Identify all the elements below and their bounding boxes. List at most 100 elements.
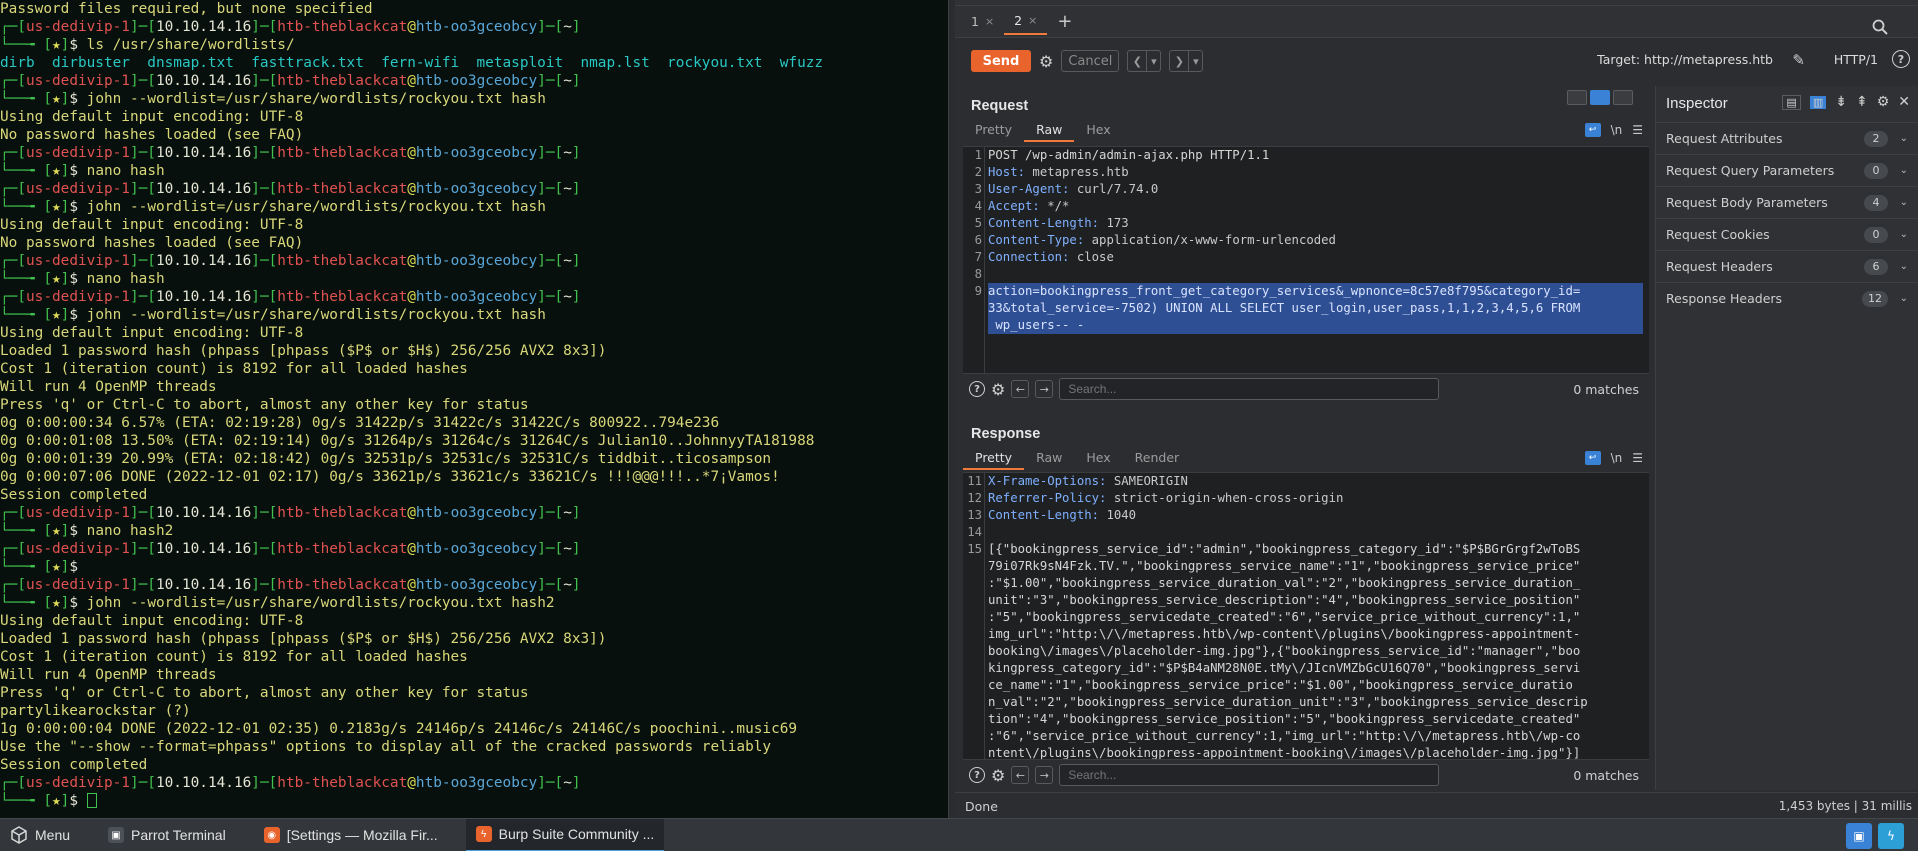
close-icon[interactable]: ×: [985, 15, 994, 28]
code-line: tion":"4","bookingpress_service_position…: [963, 711, 1649, 728]
target-label[interactable]: Target: http://metapress.htb: [1597, 52, 1773, 67]
request-editor[interactable]: 1 POST /wp-admin/admin-ajax.php HTTP/1.1 2…: [963, 146, 1649, 374]
newline-toggle[interactable]: \n: [1611, 123, 1623, 137]
prompt-dollar: $: [69, 595, 78, 611]
terminal-line: Press 'q' or Ctrl-C to abort, almost any…: [0, 396, 948, 414]
prompt-host: us-dedivip-1: [26, 19, 130, 35]
tab-pretty[interactable]: Pretty: [963, 448, 1025, 470]
help-icon[interactable]: ?: [969, 381, 985, 397]
chevron-down-icon[interactable]: ⌄: [1900, 165, 1908, 176]
terminal-line: ┌─[us-dedivip-1]─[10.10.14.16]─[htb-theb…: [0, 252, 948, 270]
tab-raw[interactable]: Raw: [1024, 120, 1075, 142]
prompt-dollar: $: [69, 793, 78, 809]
terminal-line: └──╼ [★]$ ls /usr/share/wordlists/: [0, 36, 948, 54]
chevron-down-icon[interactable]: ▾: [1188, 51, 1202, 71]
output-text: Press 'q' or Ctrl-C to abort, almost any…: [0, 397, 529, 413]
layout-list-icon[interactable]: ▤: [1782, 94, 1801, 110]
code-line: 6 Content-Type: application/x-www-form-ur…: [963, 232, 1649, 249]
help-icon[interactable]: ?: [1892, 50, 1910, 68]
expand-all-icon[interactable]: ⇟: [1835, 94, 1847, 110]
terminal-window[interactable]: Password files required, but none specif…: [0, 0, 948, 818]
tab-render[interactable]: Render: [1123, 448, 1192, 470]
pane-splitter[interactable]: [948, 0, 955, 818]
terminal-cursor[interactable]: [86, 793, 97, 808]
layout-columns-icon[interactable]: ▥: [1809, 95, 1827, 109]
taskbar-item-burp[interactable]: ϟ Burp Suite Community ...: [465, 818, 665, 851]
edit-target-icon[interactable]: ✎: [1792, 51, 1805, 69]
prompt-ip: 10.10.14.16: [155, 253, 252, 269]
cancel-button[interactable]: Cancel: [1061, 50, 1120, 72]
chevron-down-icon[interactable]: ⌄: [1900, 229, 1908, 240]
request-search-input[interactable]: [1059, 378, 1440, 400]
close-icon[interactable]: ×: [1028, 14, 1037, 27]
collapse-all-icon[interactable]: ⇞: [1856, 94, 1868, 110]
gear-icon[interactable]: ⚙: [991, 380, 1005, 399]
prompt-host: us-dedivip-1: [26, 289, 130, 305]
count-badge: 0: [1864, 162, 1888, 179]
arrow-right-icon[interactable]: →: [1035, 766, 1054, 784]
word-wrap-icon[interactable]: ↩: [1584, 451, 1601, 465]
history-back-button[interactable]: ❮ ▾: [1127, 50, 1162, 72]
menu-button[interactable]: Menu: [0, 819, 80, 851]
chevron-down-icon[interactable]: ⌄: [1900, 261, 1908, 272]
menu-icon[interactable]: ☰: [1632, 451, 1643, 465]
code-line: :"6","service_price_without_currency":1,…: [963, 728, 1649, 745]
word-wrap-icon[interactable]: ↩: [1584, 123, 1601, 137]
terminal-line: partylikearockstar (?): [0, 702, 948, 720]
add-tab-button[interactable]: +: [1047, 11, 1082, 32]
lightning-tray-icon[interactable]: ϟ: [1878, 822, 1904, 849]
prompt-dir: ~: [563, 181, 572, 197]
prompt-bracket: └──╼ [: [0, 793, 52, 809]
inspector-section-request-attributes[interactable]: Request Attributes 2 ⌄: [1656, 122, 1918, 154]
prompt-bracket: ]─[: [129, 577, 156, 593]
terminal-line: └──╼ [★]$ john --wordlist=/usr/share/wor…: [0, 594, 948, 612]
prompt-bracket: ]─[: [251, 289, 278, 305]
http-version[interactable]: HTTP/1: [1834, 52, 1878, 67]
taskbar-item-terminal[interactable]: ▣ Parrot Terminal: [98, 819, 236, 851]
prompt-dir: ~: [563, 505, 572, 521]
close-icon[interactable]: ✕: [1898, 94, 1910, 110]
inspector-section-request-headers[interactable]: Request Headers 6 ⌄: [1656, 250, 1918, 282]
repeater-tab-1[interactable]: 1 ×: [961, 9, 1004, 35]
send-button[interactable]: Send: [971, 50, 1031, 72]
terminal-tray-icon[interactable]: ▣: [1846, 822, 1872, 849]
terminal-line: No password hashes loaded (see FAQ): [0, 234, 948, 252]
tab-hex[interactable]: Hex: [1074, 120, 1122, 142]
help-icon[interactable]: ?: [969, 767, 985, 783]
inspector-section-request-cookies[interactable]: Request Cookies 0 ⌄: [1656, 218, 1918, 250]
newline-toggle[interactable]: \n: [1611, 451, 1623, 465]
search-icon[interactable]: [1872, 19, 1888, 35]
inspector-section-request-query-parameters[interactable]: Request Query Parameters 0 ⌄: [1656, 154, 1918, 186]
prompt-bracket: ┌─[: [0, 253, 26, 269]
header-name: X-Frame-Options:: [988, 474, 1107, 488]
chevron-down-icon[interactable]: ⌄: [1900, 133, 1908, 144]
layout-tabs-icon[interactable]: [1613, 90, 1633, 105]
tab-raw[interactable]: Raw: [1024, 448, 1074, 470]
chevron-down-icon[interactable]: ⌄: [1900, 197, 1908, 208]
menu-icon[interactable]: ☰: [1632, 123, 1643, 137]
tab-pretty[interactable]: Pretty: [963, 120, 1024, 142]
arrow-left-icon[interactable]: ←: [1011, 766, 1030, 784]
history-forward-button[interactable]: ❯ ▾: [1169, 50, 1204, 72]
arrow-right-icon[interactable]: →: [1035, 380, 1054, 398]
command-text: john --wordlist=/usr/share/wordlists/roc…: [86, 307, 546, 323]
chevron-down-icon[interactable]: ⌄: [1900, 293, 1908, 304]
response-editor[interactable]: 11 X-Frame-Options: SAMEORIGIN 12 Referrer-…: [963, 472, 1649, 760]
repeater-tab-2[interactable]: 2 ×: [1004, 9, 1048, 35]
chevron-down-icon[interactable]: ▾: [1146, 51, 1160, 71]
layout-split-vertical-icon[interactable]: [1590, 90, 1610, 105]
gear-icon[interactable]: ⚙: [1877, 94, 1890, 110]
layout-split-horizontal-icon[interactable]: [1567, 90, 1587, 105]
response-search-input[interactable]: [1059, 764, 1440, 786]
prompt-bracket: ┌─[: [0, 145, 26, 161]
gear-icon[interactable]: ⚙: [1039, 52, 1053, 71]
tab-hex[interactable]: Hex: [1074, 448, 1122, 470]
inspector-section-request-body-parameters[interactable]: Request Body Parameters 4 ⌄: [1656, 186, 1918, 218]
taskbar-item-firefox[interactable]: ◉ [Settings — Mozilla Fir...: [254, 819, 448, 851]
gear-icon[interactable]: ⚙: [991, 766, 1005, 785]
arrow-left-icon[interactable]: ←: [1011, 380, 1030, 398]
inspector-section-response-headers[interactable]: Response Headers 12 ⌄: [1656, 282, 1918, 314]
